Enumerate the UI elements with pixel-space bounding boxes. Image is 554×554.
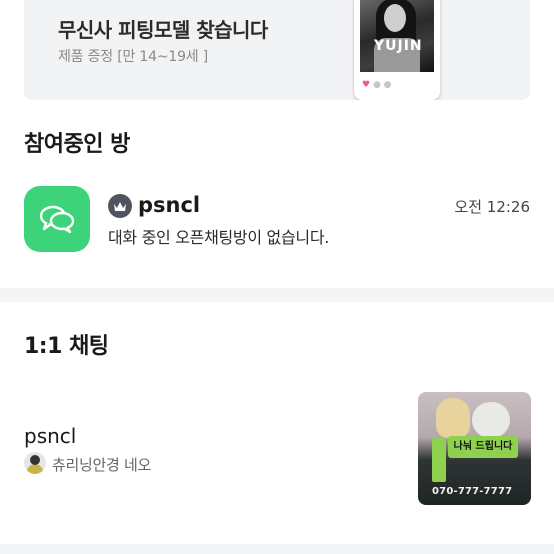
banner-phone-icons: ♥ ● ● — [362, 80, 392, 90]
banner-title: 무신사 피팅모델 찾습니다 — [58, 18, 268, 42]
room-name: psncl — [138, 193, 201, 217]
room-description: 대화 중인 오픈채팅방이 없습니다. — [108, 228, 330, 247]
section-title-open-chat: 참여중인 방 — [24, 132, 130, 157]
room-time: 오전 12:26 — [454, 198, 530, 216]
chat-bubbles-icon — [24, 186, 90, 252]
banner-phone-image: YUJIN ♥ ● ● — [354, 0, 440, 100]
banner-photo: YUJIN — [360, 0, 434, 72]
chat-thumbnail[interactable]: 나눠 드립니다 070-777-7777 — [418, 392, 531, 505]
avatar — [24, 452, 46, 474]
banner-subtitle: 제품 증정 [만 14~19세 ] — [58, 49, 208, 65]
thumbnail-label: 나눠 드립니다 — [448, 436, 518, 458]
banner-photo-text: YUJIN — [374, 38, 423, 54]
chat-subtitle: 츄리닝안경 네오 — [52, 456, 151, 474]
thumbnail-phone: 070-777-7777 — [432, 486, 513, 497]
section-divider — [0, 288, 554, 302]
promo-banner[interactable]: 무신사 피팅모델 찾습니다 제품 증정 [만 14~19세 ] YUJIN ♥ … — [24, 0, 530, 100]
section-divider-bottom — [0, 544, 554, 554]
crown-icon — [108, 194, 132, 218]
chat-name: psncl — [24, 424, 77, 448]
section-title-direct-chat: 1:1 채팅 — [24, 334, 109, 359]
